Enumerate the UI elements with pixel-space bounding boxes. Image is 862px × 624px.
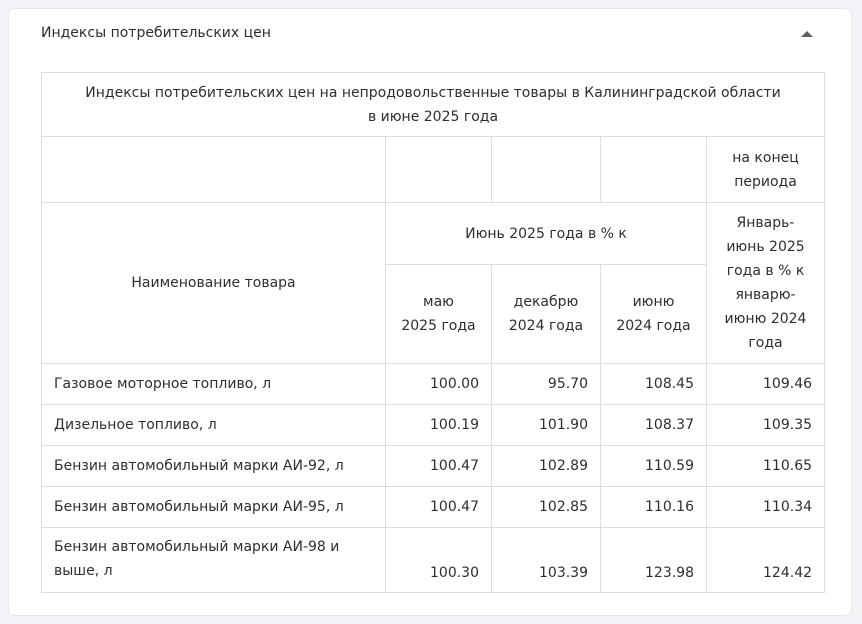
cell-may: 100.19 xyxy=(385,404,492,446)
table-row: Бензин автомобильный марки АИ-95, л 100.… xyxy=(41,486,826,528)
cell-ytd: 110.34 xyxy=(705,486,826,528)
cell-december: 95.70 xyxy=(491,363,601,405)
end-period-header: на конец периода xyxy=(705,136,826,203)
cell-june: 108.37 xyxy=(600,404,707,446)
header-row-2: Наименование товара Июнь 2025 года в % к… xyxy=(41,202,826,364)
may-column-header: маю 2025 года xyxy=(385,264,492,364)
table-row: Газовое моторное топливо, л 100.00 95.70… xyxy=(41,363,826,405)
cell-ytd: 110.65 xyxy=(705,445,826,487)
header-row-1: на конец периода xyxy=(41,136,826,203)
row-name: Дизельное топливо, л xyxy=(41,404,386,446)
june-group-header: Июнь 2025 года в % к xyxy=(385,202,707,265)
december-column-header: декабрю 2024 года xyxy=(491,264,601,364)
cell-ytd: 109.46 xyxy=(705,363,826,405)
panel-title: Индексы потребительских цен xyxy=(41,25,271,41)
cell-december: 101.90 xyxy=(491,404,601,446)
cell-june: 110.59 xyxy=(600,445,707,487)
empty-cell xyxy=(41,136,386,203)
cell-june: 123.98 xyxy=(600,527,707,593)
cell-may: 100.47 xyxy=(385,486,492,528)
ytd-column-header: Январь- июнь 2025 года в % к январю- июн… xyxy=(705,202,826,364)
price-index-table: Индексы потребительских цен на непродово… xyxy=(40,72,826,593)
row-name: Бензин автомобильный марки АИ-98 и выше,… xyxy=(41,527,386,593)
cell-may: 100.30 xyxy=(385,527,492,593)
empty-cell xyxy=(385,136,492,203)
table-row: Бензин автомобильный марки АИ-98 и выше,… xyxy=(41,527,826,593)
cell-june: 110.16 xyxy=(600,486,707,528)
june-column-header: июню 2024 года xyxy=(600,264,707,364)
panel-header[interactable]: Индексы потребительских цен xyxy=(9,9,851,57)
empty-cell xyxy=(491,136,601,203)
chevron-up-icon[interactable] xyxy=(797,26,817,40)
cell-may: 100.00 xyxy=(385,363,492,405)
name-column-header: Наименование товара xyxy=(41,202,386,364)
row-name: Газовое моторное топливо, л xyxy=(41,363,386,405)
cell-december: 103.39 xyxy=(491,527,601,593)
cell-december: 102.85 xyxy=(491,486,601,528)
cell-may: 100.47 xyxy=(385,445,492,487)
cell-december: 102.89 xyxy=(491,445,601,487)
table-caption: Индексы потребительских цен на непродово… xyxy=(40,72,826,137)
cell-ytd: 109.35 xyxy=(705,404,826,446)
table-caption-row: Индексы потребительских цен на непродово… xyxy=(40,72,826,137)
cell-ytd: 124.42 xyxy=(705,527,826,593)
price-index-panel: Индексы потребительских цен Индексы потр… xyxy=(8,8,852,616)
empty-cell xyxy=(600,136,707,203)
table-row: Бензин автомобильный марки АИ-92, л 100.… xyxy=(41,445,826,487)
row-name: Бензин автомобильный марки АИ-92, л xyxy=(41,445,386,487)
table-row: Дизельное топливо, л 100.19 101.90 108.3… xyxy=(41,404,826,446)
row-name: Бензин автомобильный марки АИ-95, л xyxy=(41,486,386,528)
cell-june: 108.45 xyxy=(600,363,707,405)
